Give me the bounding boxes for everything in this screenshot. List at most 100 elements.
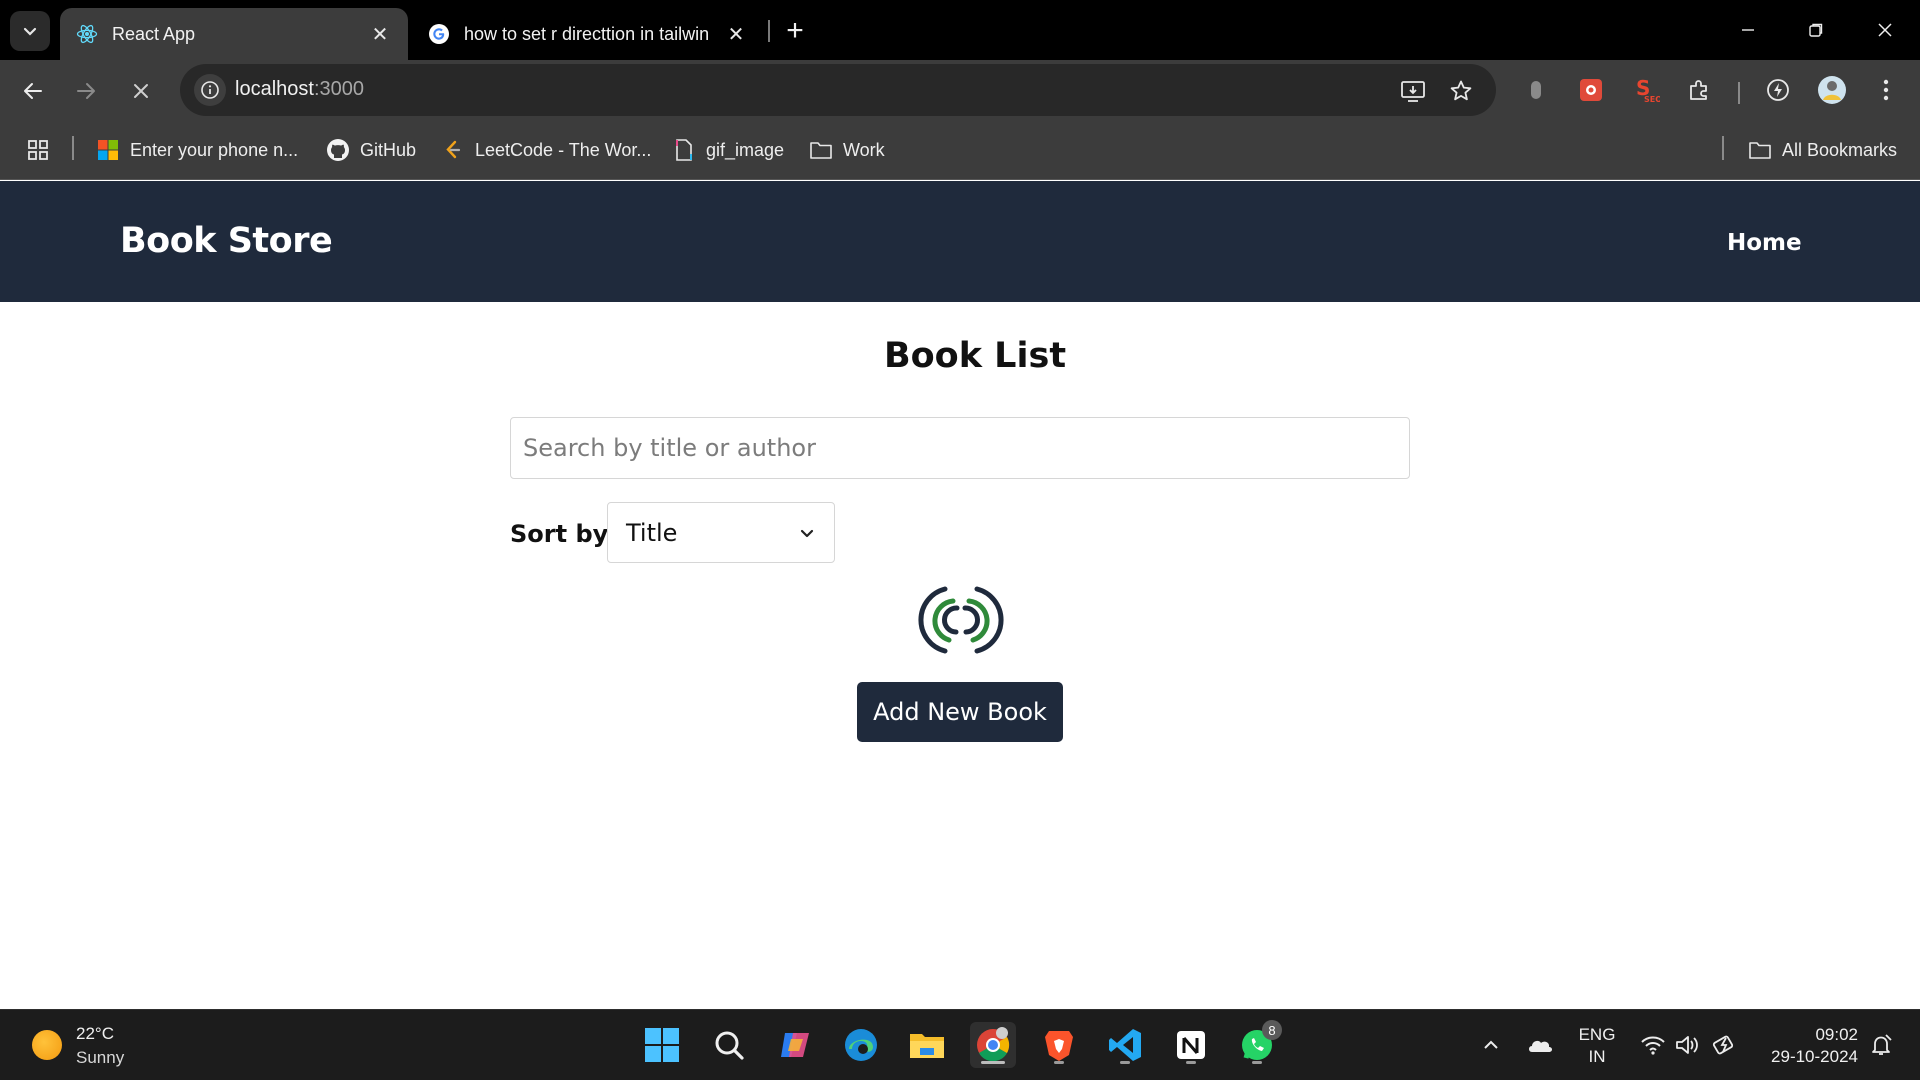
github-icon — [326, 138, 350, 162]
app-navbar: Book Store Home — [0, 181, 1920, 302]
bookmark-label: Enter your phone n... — [130, 139, 299, 160]
show-hidden-icons-button[interactable] — [1478, 1026, 1504, 1064]
apps-button[interactable] — [26, 136, 50, 164]
sort-select[interactable]: Title — [607, 502, 835, 563]
tab-title: how to set r directtion in tailwin — [464, 23, 710, 44]
tab-title: React App — [112, 23, 196, 44]
extensions-puzzle-icon[interactable] — [1683, 74, 1715, 106]
whatsapp-button[interactable]: 8 — [1234, 1020, 1282, 1068]
tab-react-app[interactable]: React App ✕ — [60, 8, 408, 60]
weather-temperature[interactable]: 22°C — [76, 1024, 114, 1044]
address-bar[interactable]: localhost:3000 — [180, 64, 1496, 116]
bookmark-label: LeetCode - The Wor... — [475, 139, 652, 160]
bookmark-label: GitHub — [360, 139, 417, 160]
folder-icon — [1748, 138, 1772, 162]
arrow-left-icon — [24, 83, 42, 99]
volume-icon[interactable] — [1672, 1026, 1702, 1064]
tab-search-button[interactable] — [10, 11, 50, 51]
bookmark-label: gif_image — [706, 139, 785, 160]
chrome-menu-icon[interactable] — [1870, 74, 1902, 106]
notion-icon — [1177, 1031, 1205, 1059]
edge-button[interactable] — [838, 1022, 884, 1068]
bookmark-item[interactable]: GitHub — [326, 136, 416, 164]
site-info-icon[interactable] — [194, 74, 226, 106]
sort-selected-value: Title — [626, 518, 678, 547]
bookmark-item[interactable]: gif_image — [672, 136, 784, 164]
bookmark-folder-work[interactable]: Work — [809, 136, 885, 164]
onedrive-icon[interactable] — [1524, 1026, 1556, 1064]
copilot-button[interactable] — [772, 1022, 818, 1068]
bookmark-item[interactable]: LeetCode - The Wor... — [441, 136, 651, 164]
svg-text:SEO: SEO — [1644, 95, 1660, 104]
profile-avatar[interactable] — [1816, 74, 1848, 106]
toolbar-divider — [1738, 82, 1740, 104]
url-port: :3000 — [313, 78, 364, 100]
folder-icon — [809, 138, 833, 162]
extension-red-icon[interactable] — [1575, 74, 1607, 106]
microsoft-icon — [96, 138, 120, 162]
url-text[interactable]: localhost:3000 — [235, 78, 364, 101]
performance-icon[interactable] — [1762, 74, 1794, 106]
arrow-right-icon — [77, 83, 95, 99]
search-button[interactable] — [706, 1022, 752, 1068]
search-input[interactable] — [510, 417, 1410, 479]
restore-icon — [1809, 23, 1823, 37]
notifications-bell-icon[interactable] — [1866, 1026, 1896, 1064]
bookmark-label: Work — [843, 139, 885, 160]
weather-condition[interactable]: Sunny — [76, 1048, 124, 1068]
file-explorer-button[interactable] — [904, 1022, 950, 1068]
brave-button[interactable] — [1036, 1022, 1082, 1068]
minimize-icon — [1742, 29, 1754, 31]
language-code: ENG — [1578, 1025, 1616, 1044]
running-app-indicator — [1054, 1061, 1064, 1064]
running-app-indicator — [1120, 1061, 1130, 1064]
stop-loading-button[interactable] — [122, 72, 160, 110]
wifi-icon[interactable] — [1638, 1026, 1668, 1064]
close-window-button[interactable] — [1862, 10, 1908, 50]
close-icon[interactable]: ✕ — [724, 22, 748, 46]
extension-mouse-icon[interactable] — [1520, 74, 1552, 106]
add-new-book-button[interactable]: Add New Book — [857, 682, 1063, 742]
chrome-button[interactable] — [970, 1022, 1016, 1068]
battery-charging-icon[interactable] — [1710, 1026, 1740, 1064]
weather-sun-icon[interactable] — [32, 1030, 62, 1060]
system-clock[interactable]: 09:02 29-10-2024 — [1754, 1024, 1858, 1068]
restore-button[interactable] — [1793, 10, 1839, 50]
url-host: localhost — [235, 78, 314, 100]
close-icon — [1878, 23, 1892, 37]
start-button[interactable] — [639, 1022, 685, 1068]
page-viewport: Book Store Home Book List Sort by: Title… — [0, 181, 1920, 1009]
back-button[interactable] — [14, 72, 52, 110]
apps-grid-icon — [26, 138, 50, 162]
bookmarks-divider — [1722, 136, 1724, 160]
file-explorer-icon — [910, 1034, 944, 1058]
react-icon — [76, 23, 98, 45]
forward-button[interactable] — [67, 72, 105, 110]
file-icon — [672, 138, 696, 162]
leetcode-icon — [441, 138, 465, 162]
tab-google-search[interactable]: how to set r directtion in tailwin ✕ — [412, 8, 764, 60]
seo-extension-icon[interactable]: S SEO — [1630, 74, 1662, 106]
clock-time: 09:02 — [1815, 1025, 1858, 1044]
new-tab-button[interactable]: + — [778, 14, 812, 48]
all-bookmarks-label: All Bookmarks — [1782, 139, 1898, 160]
language-region: IN — [1588, 1047, 1606, 1066]
bookmark-star-icon[interactable] — [1446, 76, 1476, 106]
chevron-down-icon — [23, 27, 37, 36]
nav-home-link[interactable]: Home — [1727, 230, 1802, 256]
install-app-icon[interactable] — [1398, 76, 1428, 106]
running-app-indicator — [1186, 1061, 1196, 1064]
notion-button[interactable] — [1168, 1022, 1214, 1068]
google-icon — [428, 23, 450, 45]
close-icon[interactable]: ✕ — [368, 22, 392, 46]
loading-spinner-icon — [918, 586, 1004, 654]
vscode-button[interactable] — [1102, 1022, 1148, 1068]
input-language[interactable]: ENG IN — [1576, 1024, 1618, 1068]
all-bookmarks-button[interactable]: All Bookmarks — [1748, 136, 1897, 164]
bookmark-item[interactable]: Enter your phone n... — [96, 136, 298, 164]
browser-toolbar: localhost:3000 S SEO — [0, 60, 1920, 120]
search-icon — [715, 1031, 744, 1060]
minimize-button[interactable] — [1725, 10, 1771, 50]
clock-date: 29-10-2024 — [1771, 1047, 1858, 1066]
brand-logo[interactable]: Book Store — [120, 221, 333, 261]
